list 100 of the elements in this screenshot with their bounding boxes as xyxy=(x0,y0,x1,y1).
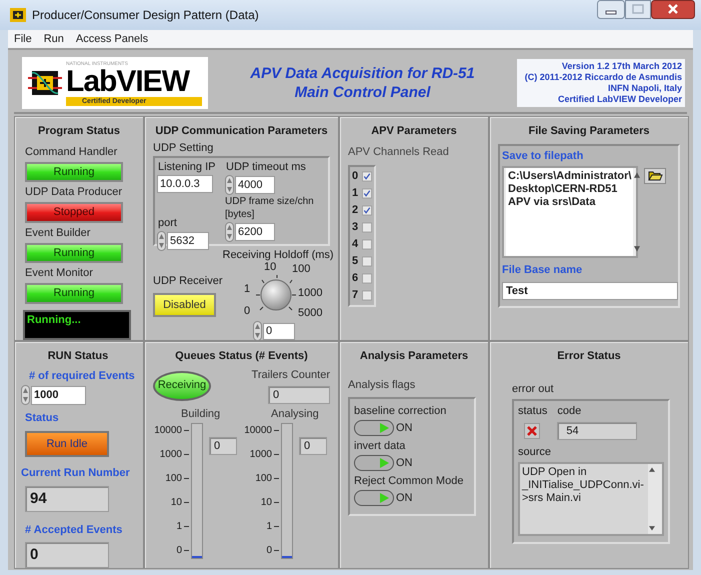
checkbox[interactable] xyxy=(362,256,372,267)
field-label: File Base name xyxy=(502,263,584,278)
scale-label: 10 xyxy=(260,497,272,508)
checkbox[interactable] xyxy=(362,273,372,284)
scale-label: 0 xyxy=(266,545,272,556)
credits-text: Version 1.2 17th March 2012 xyxy=(562,61,682,72)
scale-label: 10000 xyxy=(244,424,272,436)
menu-item[interactable]: File xyxy=(14,30,32,48)
checkbox[interactable] xyxy=(362,222,372,233)
field-label: status xyxy=(518,404,548,419)
numeric-display: 0 xyxy=(268,386,330,404)
input-field[interactable]: 5632 xyxy=(167,232,209,250)
channel-number: 6 xyxy=(352,271,358,286)
dial-scale-label: 1000 xyxy=(298,287,323,299)
group-label: APV Channels Read xyxy=(348,144,450,160)
receiver-button[interactable]: Disabled xyxy=(153,293,216,317)
field-label: Current Run Number xyxy=(21,466,131,481)
checkbox[interactable] xyxy=(362,188,372,199)
window-title: Producer/Consumer Design Pattern (Data) xyxy=(32,7,259,24)
minimize-icon[interactable] xyxy=(597,0,625,19)
numeric-display: 0 xyxy=(209,436,237,454)
source-text: _INITialise_UDPConn.vi- xyxy=(522,479,645,492)
receiving-led: Receiving xyxy=(153,370,211,400)
flag-label: Reject Common Mode xyxy=(354,474,464,489)
menu-item[interactable]: Run xyxy=(44,30,64,48)
folder-icon[interactable] xyxy=(644,168,666,184)
channel-number: 2 xyxy=(352,203,358,218)
scale-label: 10 xyxy=(170,497,182,508)
panel-heading: Analysis Parameters xyxy=(358,349,470,364)
panel-title: Main Control Panel xyxy=(294,83,430,102)
channel-number: 4 xyxy=(352,237,358,252)
app-icon xyxy=(10,8,26,22)
field-label: Save to filepath xyxy=(502,148,584,164)
channel-number: 5 xyxy=(352,254,358,270)
indicator-label: Command Handler xyxy=(24,144,118,158)
channel-number: 3 xyxy=(352,220,358,236)
dial-label: Receiving Holdoff (ms) xyxy=(222,248,334,262)
input-field[interactable]: 6200 xyxy=(235,222,275,240)
scale-label: 1000 xyxy=(160,448,182,460)
panel-heading: Program Status xyxy=(37,124,121,139)
spinner-icon[interactable] xyxy=(21,385,30,405)
scale-label: 1 xyxy=(176,521,182,532)
flag-label: invert data xyxy=(354,439,406,454)
flag-label: baseline correction xyxy=(354,404,448,419)
input-field[interactable]: 1000 xyxy=(31,386,86,404)
panel-heading: UDP Communication Parameters xyxy=(154,124,329,139)
numeric-display: 0 xyxy=(299,436,327,454)
field-label: Status xyxy=(25,411,60,426)
toggle-switch[interactable] xyxy=(354,454,394,471)
input-field[interactable]: 10.0.0.3 xyxy=(157,174,213,192)
spinner-icon[interactable] xyxy=(225,174,234,194)
checkbox[interactable] xyxy=(362,205,372,216)
dial-scale-label: 5000 xyxy=(298,307,323,319)
toggle-switch[interactable] xyxy=(354,490,394,506)
spinner-icon[interactable] xyxy=(157,230,166,250)
meter-label: Analysing xyxy=(270,407,320,422)
dial-scale-label: 10 xyxy=(264,261,276,273)
panel-title: APV Data Acquisition for RD-51 xyxy=(250,64,475,83)
meter-label: Building xyxy=(180,407,222,422)
field-label: # of required Events xyxy=(29,368,135,384)
input-field[interactable]: Test xyxy=(502,282,678,300)
group-label: Analysis flags xyxy=(348,378,416,392)
close-icon[interactable] xyxy=(651,0,695,19)
spinner-icon[interactable] xyxy=(253,321,262,340)
field-label: # Accepted Events xyxy=(25,522,124,538)
indicator-label: Event Monitor xyxy=(24,266,94,280)
panel-heading: Queues Status (# Events) xyxy=(174,349,309,364)
menu-item[interactable]: Access Panels xyxy=(76,30,148,48)
dial-scale-label: 1 xyxy=(244,283,250,295)
switch-text: ON xyxy=(396,490,412,506)
checkbox[interactable] xyxy=(362,239,372,250)
field-label: Trailers Counter xyxy=(252,368,330,382)
switch-text: ON xyxy=(396,420,412,436)
status-led: Running xyxy=(25,242,123,263)
field-label: port xyxy=(157,216,178,230)
input-field[interactable]: 0 xyxy=(263,322,296,340)
status-message: Running... xyxy=(23,310,131,340)
credits-text: INFN Napoli, Italy xyxy=(608,83,682,94)
indicator-label: UDP Data Producer xyxy=(24,185,124,199)
toggle-switch[interactable] xyxy=(354,420,394,436)
spinner-icon[interactable] xyxy=(225,222,234,242)
numeric-display: 0 xyxy=(25,542,109,568)
field-label: Listening IP xyxy=(157,160,216,174)
credits-text: Certified LabVIEW Developer xyxy=(558,94,682,105)
numeric-display: 54 xyxy=(557,422,638,440)
field-label: UDP Receiver xyxy=(153,274,222,288)
field-label: code xyxy=(557,404,582,419)
checkbox[interactable] xyxy=(362,171,372,182)
scale-label: 1 xyxy=(266,521,272,532)
scale-label: 100 xyxy=(255,472,272,484)
group-label: error out xyxy=(512,382,555,396)
scale-label: 10000 xyxy=(154,424,182,436)
panel-heading: Error Status xyxy=(556,349,622,364)
input-field[interactable]: 4000 xyxy=(235,176,275,194)
numeric-display: 94 xyxy=(25,486,109,512)
indicator-label: Event Builder xyxy=(24,226,92,240)
status-led: Running xyxy=(25,162,123,182)
checkbox[interactable] xyxy=(362,290,372,301)
field-label: UDP frame size/chn xyxy=(225,194,315,208)
logo-icon xyxy=(28,68,62,98)
